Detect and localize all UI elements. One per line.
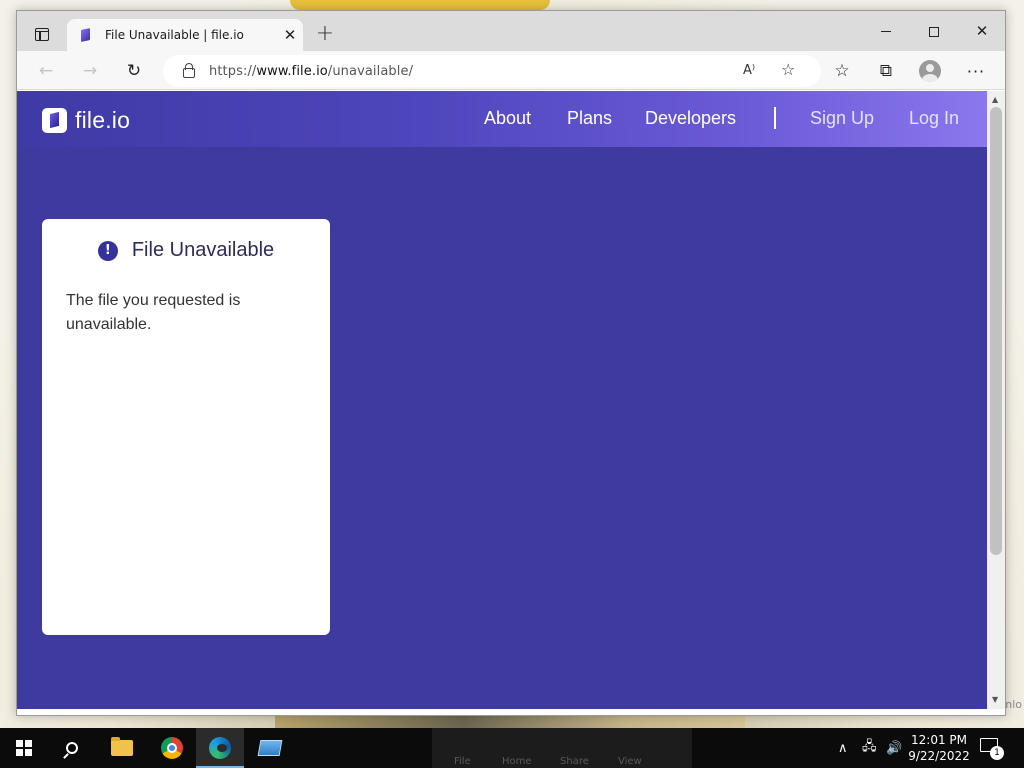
chrome-icon: [161, 737, 183, 759]
wallpaper-shape: [290, 0, 550, 10]
taskbar-search-button[interactable]: [48, 728, 96, 768]
scroll-up-icon[interactable]: ▲: [992, 95, 998, 104]
nav-link-developers[interactable]: Developers: [645, 108, 736, 129]
windows-icon: [16, 740, 32, 756]
read-aloud-icon[interactable]: A⁾: [743, 63, 755, 78]
page-viewport: file.io About Plans Developers Sign Up L…: [17, 91, 987, 709]
volume-icon[interactable]: 🔊: [886, 728, 902, 768]
ghost-menu-file: File: [454, 756, 471, 767]
network-icon[interactable]: 🖧: [862, 728, 877, 768]
taskbar-file-explorer[interactable]: [98, 728, 146, 768]
tab-file-unavailable[interactable]: File Unavailable | file.io ✕: [67, 19, 303, 51]
browser-toolbar: ← → ↻ https://www.file.io/unavailable/ A…: [17, 51, 1005, 90]
scroll-down-icon[interactable]: ▼: [992, 695, 998, 704]
forward-button[interactable]: →: [75, 56, 105, 86]
notifications-button[interactable]: 1: [980, 738, 1004, 760]
nav-link-about[interactable]: About: [484, 108, 531, 129]
start-button[interactable]: [0, 728, 48, 768]
background-window-text: nlo: [1005, 698, 1022, 711]
scrollbar-thumb[interactable]: [990, 107, 1002, 555]
taskbar-app[interactable]: [246, 728, 294, 768]
minimize-icon: [881, 31, 891, 32]
tab-strip: File Unavailable | file.io ✕ + ✕: [17, 11, 1005, 51]
tab-actions-icon: [35, 27, 49, 41]
alert-circle-icon: !: [97, 240, 118, 261]
app-icon: [257, 740, 283, 756]
favorites-button[interactable]: ☆: [827, 56, 857, 86]
show-hidden-icons-button[interactable]: ∧: [838, 728, 848, 768]
background-window-ribbon: File Home Share View: [432, 728, 692, 768]
lock-icon[interactable]: [183, 63, 195, 78]
collections-button[interactable]: ⧉: [871, 56, 901, 86]
minimize-button[interactable]: [863, 17, 909, 45]
taskbar-clock[interactable]: 12:01 PM 9/22/2022: [906, 732, 972, 764]
url-text[interactable]: https://www.file.io/unavailable/: [209, 64, 413, 79]
tab-title: File Unavailable | file.io: [105, 28, 244, 42]
browser-window: File Unavailable | file.io ✕ + ✕ ← → ↻ h…: [16, 10, 1006, 716]
search-icon: [66, 742, 78, 754]
url-host: www.file.io: [256, 63, 328, 79]
nav-link-plans[interactable]: Plans: [567, 108, 612, 129]
taskbar: File Home Share View ∧ 🖧 🔊 12:01 PM 9/22…: [0, 728, 1024, 768]
add-favorite-icon[interactable]: ☆: [781, 60, 795, 79]
taskbar-chrome[interactable]: [148, 728, 196, 768]
site-header: file.io About Plans Developers Sign Up L…: [17, 91, 987, 147]
edge-icon: [209, 737, 231, 759]
close-window-button[interactable]: ✕: [959, 17, 1005, 45]
page-scrollbar[interactable]: ▲ ▼: [987, 91, 1005, 709]
reload-button[interactable]: ↻: [119, 56, 149, 86]
url-path: /unavailable/: [327, 63, 414, 79]
maximize-icon: [929, 26, 939, 37]
address-bar[interactable]: https://www.file.io/unavailable/ A⁾ ☆: [163, 55, 821, 87]
back-button[interactable]: ←: [31, 56, 61, 86]
nav-divider: [774, 107, 776, 129]
logo-text: file.io: [75, 107, 131, 133]
clock-time: 12:01 PM: [911, 733, 967, 747]
error-card-header: ! File Unavailable: [42, 239, 330, 262]
error-message: The file you requested is unavailable.: [66, 292, 241, 333]
sign-up-link[interactable]: Sign Up: [810, 108, 874, 129]
ghost-menu-home: Home: [502, 756, 532, 767]
ghost-menu-share: Share: [560, 756, 589, 767]
url-scheme: https://: [209, 63, 257, 79]
taskbar-edge[interactable]: [196, 728, 244, 768]
maximize-button[interactable]: [911, 17, 957, 45]
error-title: File Unavailable: [131, 239, 275, 261]
log-in-link[interactable]: Log In: [909, 108, 959, 129]
notification-badge: 1: [990, 746, 1004, 760]
more-options-button[interactable]: ···: [961, 56, 991, 86]
site-logo[interactable]: file.io: [42, 107, 130, 134]
error-card: ! File Unavailable The file you requeste…: [42, 219, 330, 635]
tab-close-button[interactable]: ✕: [277, 26, 303, 44]
new-tab-button[interactable]: +: [311, 21, 339, 49]
tab-actions-button[interactable]: [25, 19, 59, 49]
folder-icon: [111, 737, 133, 756]
clock-date: 9/22/2022: [908, 749, 970, 763]
profile-button[interactable]: [915, 56, 945, 86]
file-io-logo-icon: [42, 108, 67, 133]
file-io-favicon-icon: [79, 28, 91, 42]
avatar: [919, 60, 941, 82]
ghost-menu-view: View: [618, 756, 642, 767]
